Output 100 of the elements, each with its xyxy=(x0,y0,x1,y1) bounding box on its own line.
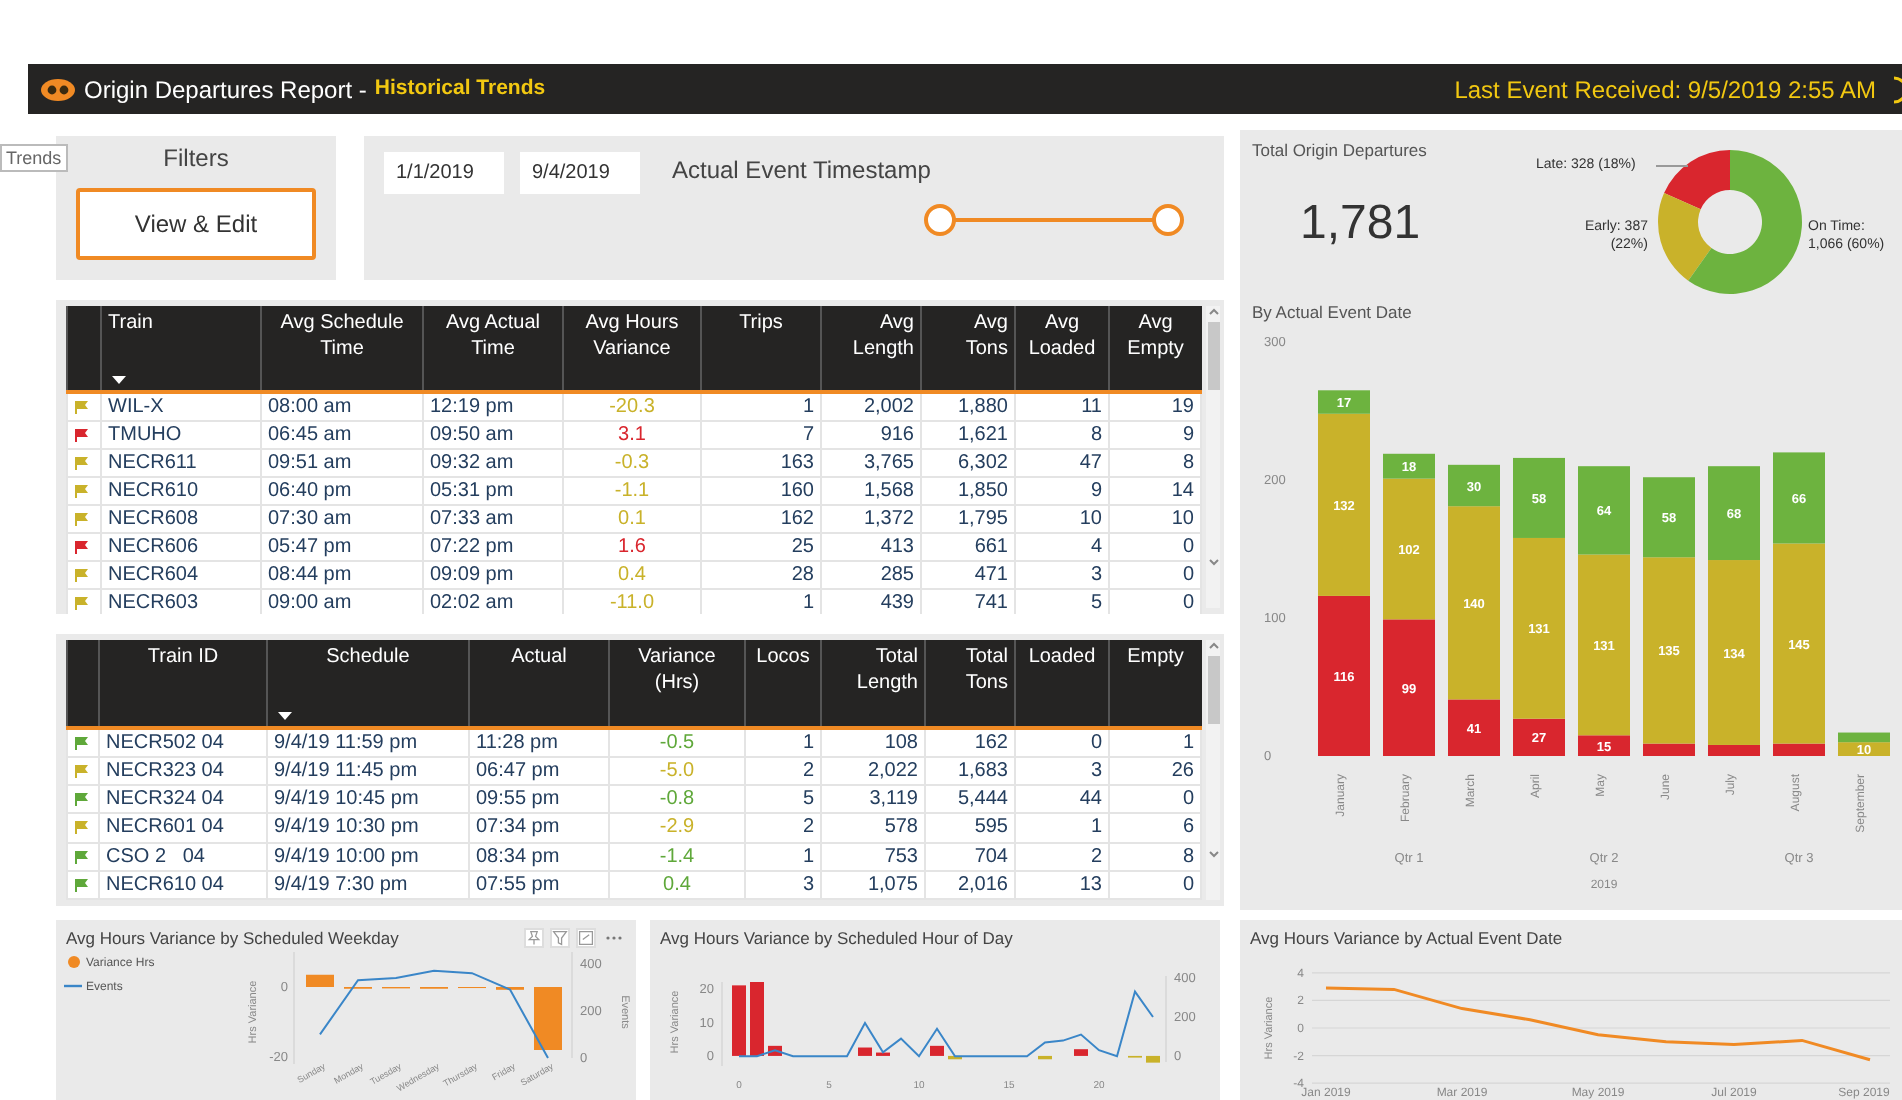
column-header[interactable]: Avg Loaded xyxy=(1015,306,1109,392)
table-cell: 471 xyxy=(921,561,1015,589)
table-cell: 0 xyxy=(1109,589,1201,614)
table-cell: 741 xyxy=(921,589,1015,614)
table-cell: 1,850 xyxy=(921,477,1015,505)
table-cell: 0 xyxy=(1109,785,1201,814)
table-cell: 09:09 pm xyxy=(423,561,563,589)
column-header[interactable]: Actual xyxy=(469,640,609,728)
table-cell: -0.8 xyxy=(609,785,745,814)
table-cell: 44 xyxy=(1015,785,1109,814)
table-header xyxy=(67,306,101,392)
leader-line xyxy=(1656,164,1688,168)
column-header[interactable]: Avg Schedule Time xyxy=(261,306,423,392)
chevron-down-icon[interactable] xyxy=(1207,556,1219,568)
focus-icon[interactable] xyxy=(576,928,596,948)
scrollbar[interactable] xyxy=(1206,640,1220,900)
scrollbar[interactable] xyxy=(1206,306,1220,608)
table-cell: 07:30 am xyxy=(261,505,423,533)
report-title: Origin Departures Report - xyxy=(84,73,367,107)
table-cell: NECR604 xyxy=(101,561,261,589)
slider-handle[interactable] xyxy=(1152,204,1184,236)
date-field[interactable]: 1/1/2019 xyxy=(384,152,504,194)
table-cell: 05:47 pm xyxy=(261,533,423,561)
scrollbar-thumb[interactable] xyxy=(1207,656,1219,724)
table-cell: 2,002 xyxy=(821,392,921,421)
column-header[interactable]: Avg Actual Time xyxy=(423,306,563,392)
table-cell: 1 xyxy=(701,392,821,421)
table-cell: 09:50 am xyxy=(423,421,563,449)
total-value: 1,781 xyxy=(1300,193,1423,254)
last-event-text: Last Event Received: 9/5/2019 2:55 AM xyxy=(1454,73,1876,107)
table-cell: -0.3 xyxy=(563,449,701,477)
logo-icon xyxy=(40,77,76,101)
table-cell: 08:44 pm xyxy=(261,561,423,589)
range-slider[interactable] xyxy=(924,202,1184,238)
table-cell: 47 xyxy=(1015,449,1109,477)
table-cell: 09:00 am xyxy=(261,589,423,614)
column-header[interactable]: Avg Length xyxy=(821,306,921,392)
table-cell: 1,075 xyxy=(821,870,925,899)
table-cell: NECR603 xyxy=(101,589,261,614)
table-cell: 08:00 am xyxy=(261,392,423,421)
sort-icon[interactable] xyxy=(278,711,292,720)
table-cell: 162 xyxy=(701,505,821,533)
report-subtitle: Historical Trends xyxy=(374,73,546,104)
table-cell: 9/4/19 10:00 pm xyxy=(267,842,469,871)
column-header[interactable]: Empty xyxy=(1109,640,1201,728)
table-cell: 413 xyxy=(821,533,921,561)
table-cell: NECR324 04 xyxy=(99,785,267,814)
table-cell: 3.1 xyxy=(563,421,701,449)
table-cell: 5 xyxy=(745,785,821,814)
table-cell: -1.1 xyxy=(563,477,701,505)
table-cell: 06:47 pm xyxy=(469,756,609,786)
table-cell: 08:34 pm xyxy=(469,842,609,871)
sort-icon[interactable] xyxy=(112,376,126,384)
table-cell: 9/4/19 7:30 pm xyxy=(267,870,469,899)
table-cell: 3 xyxy=(745,870,821,899)
table-cell: 9/4/19 10:45 pm xyxy=(267,785,469,814)
table-cell: 10 xyxy=(1015,505,1109,533)
slider-handle[interactable] xyxy=(924,204,956,236)
table-cell: 09:32 am xyxy=(423,449,563,477)
view-edit-button[interactable]: View & Edit xyxy=(76,188,316,260)
table-cell: 3 xyxy=(1015,756,1109,786)
filter-icon[interactable] xyxy=(550,928,570,948)
chevron-up-icon[interactable] xyxy=(1207,640,1219,652)
column-header[interactable]: Avg Empty xyxy=(1109,306,1201,392)
scrollbar-thumb[interactable] xyxy=(1207,322,1219,390)
table-cell: 1 xyxy=(745,842,821,871)
column-header[interactable]: Avg Hours Variance xyxy=(563,306,701,392)
table-cell: 3 xyxy=(1015,561,1109,589)
table-cell: WIL-X xyxy=(101,392,261,421)
table-cell: 06:45 am xyxy=(261,421,423,449)
table-cell: 19 xyxy=(1109,392,1201,421)
chevron-down-icon[interactable] xyxy=(1207,848,1219,860)
chart-title: By Actual Event Date xyxy=(1250,300,1414,326)
column-header[interactable]: Total Tons xyxy=(925,640,1015,728)
column-header[interactable]: Train xyxy=(101,306,261,392)
table-cell: 0 xyxy=(1109,561,1201,589)
column-header[interactable]: Locos xyxy=(745,640,821,728)
table-cell: 704 xyxy=(925,842,1015,871)
column-header[interactable]: Trips xyxy=(701,306,821,392)
table-cell: 26 xyxy=(1109,756,1201,786)
pin-icon[interactable] xyxy=(524,928,544,948)
column-header[interactable]: Train ID xyxy=(99,640,267,728)
table-cell: NECR610 04 xyxy=(99,870,267,899)
column-header[interactable]: Avg Tons xyxy=(921,306,1015,392)
table-cell: 1,795 xyxy=(921,505,1015,533)
table-cell: 163 xyxy=(701,449,821,477)
column-header[interactable]: Loaded xyxy=(1015,640,1109,728)
column-header[interactable]: Schedule xyxy=(267,640,469,728)
column-header[interactable]: Variance (Hrs) xyxy=(609,640,745,728)
table-cell: 1,880 xyxy=(921,392,1015,421)
table-cell: 28 xyxy=(701,561,821,589)
table-cell: -5.0 xyxy=(609,756,745,786)
table-cell: 1,568 xyxy=(821,477,921,505)
column-header[interactable]: Total Length xyxy=(821,640,925,728)
table-cell: 9/4/19 10:30 pm xyxy=(267,813,469,843)
table-cell: 2,016 xyxy=(925,870,1015,899)
date-field[interactable]: 9/4/2019 xyxy=(520,152,640,194)
chevron-up-icon[interactable] xyxy=(1207,306,1219,318)
table-cell: 8 xyxy=(1109,842,1201,871)
chart-title: Avg Hours Variance by Scheduled Weekday xyxy=(66,925,399,951)
